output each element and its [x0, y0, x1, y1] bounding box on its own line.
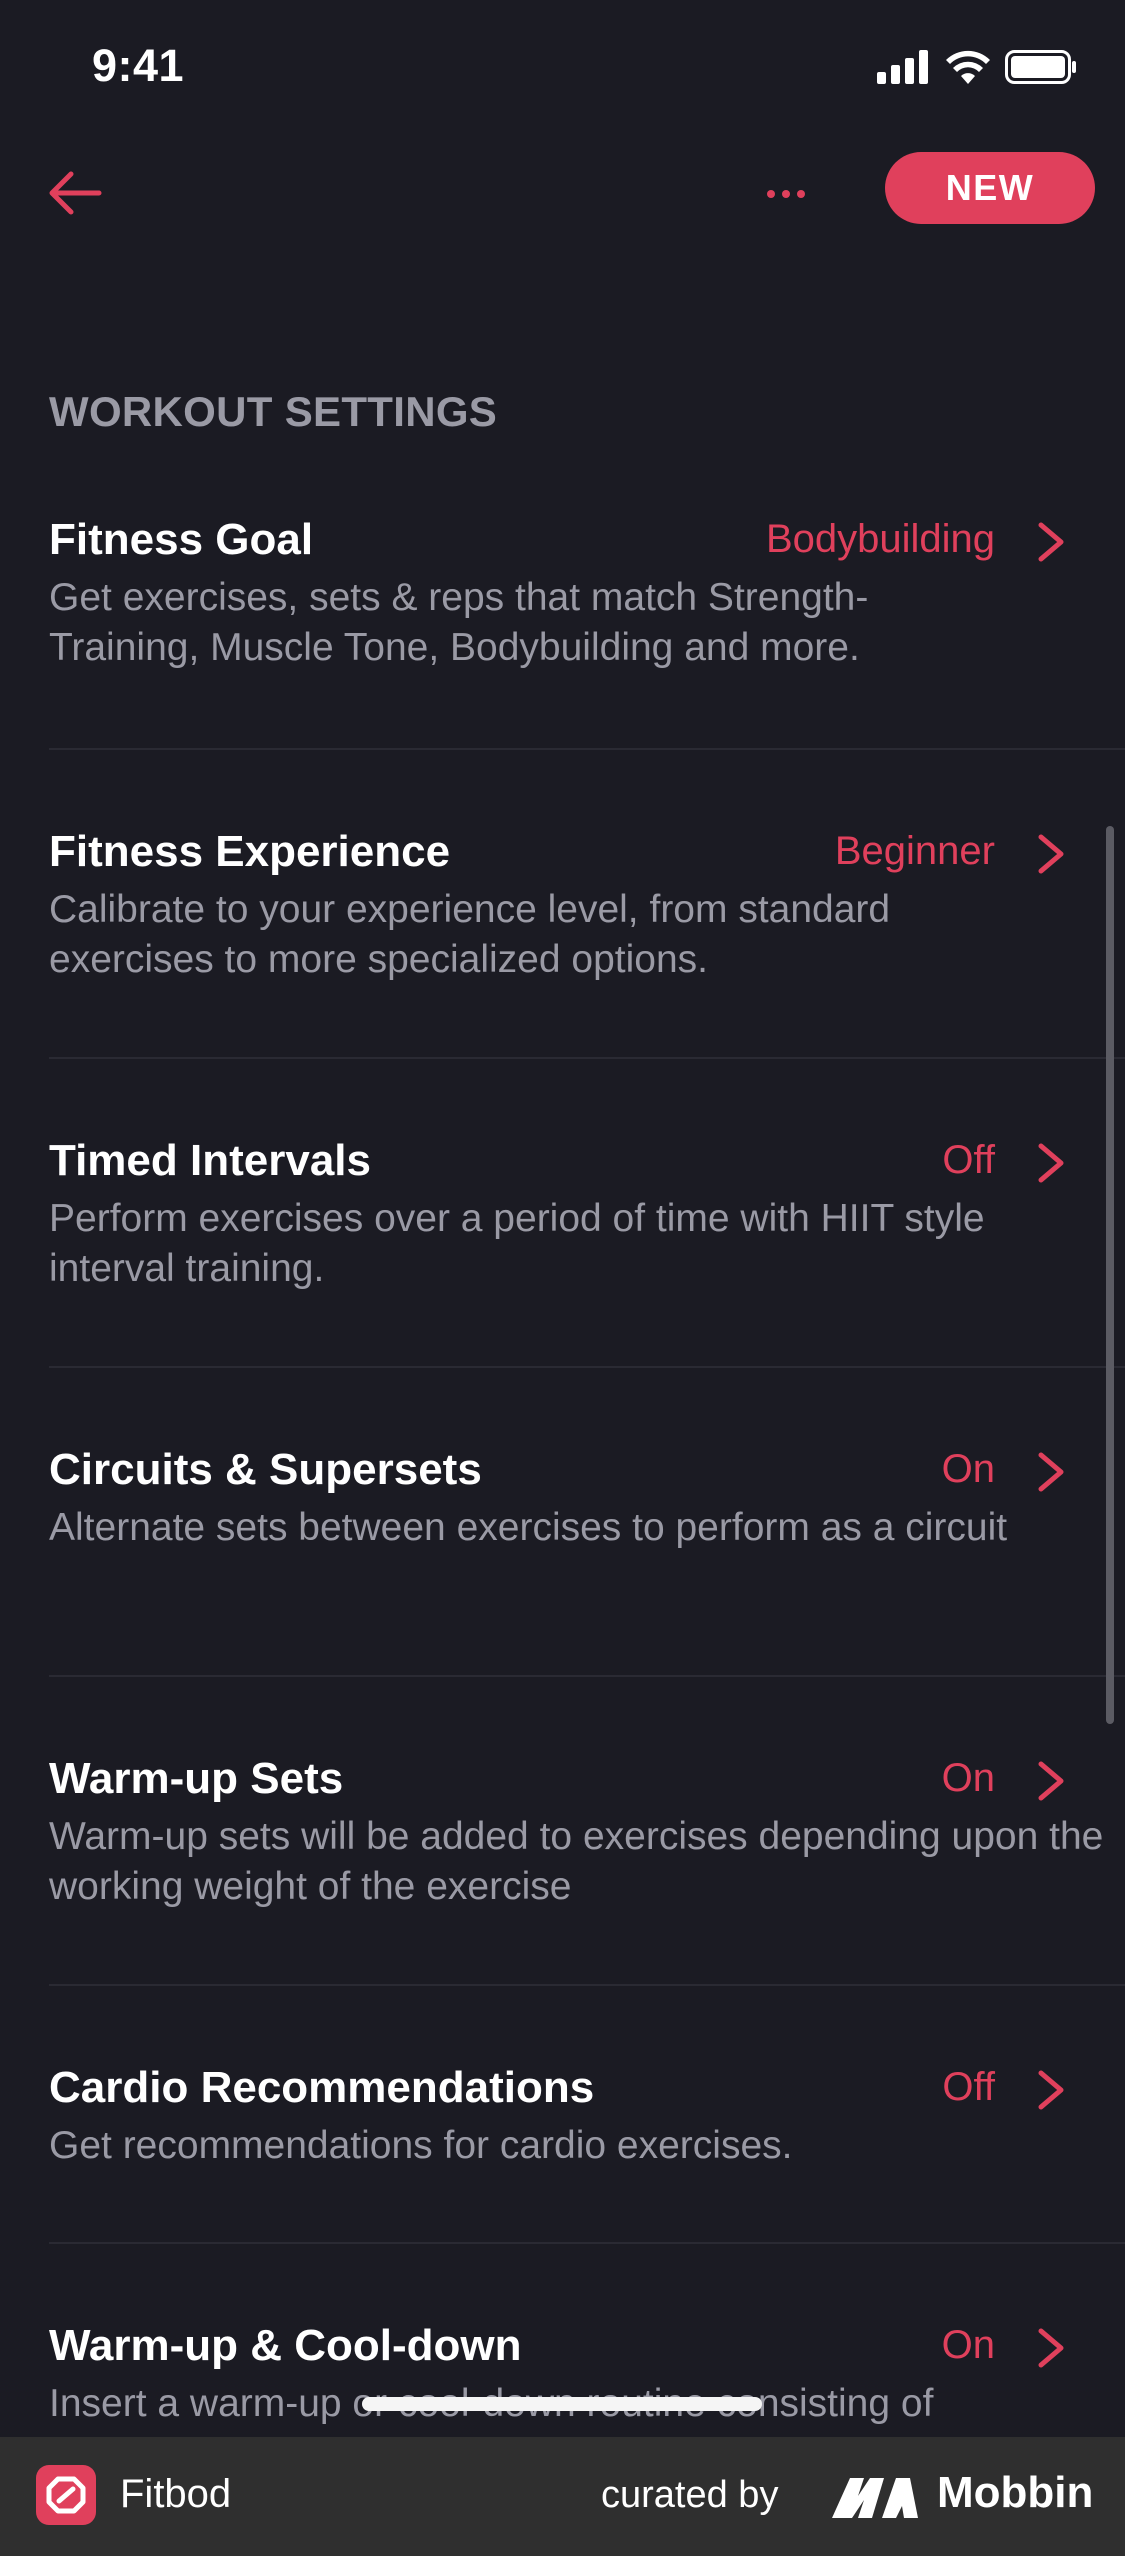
screen: 9:41 NEW WORKOUT SETTINGS Fitness Goal B…	[0, 0, 1125, 2556]
setting-title: Cardio Recommendations	[49, 2063, 595, 2112]
setting-row-circuits-supersets[interactable]: Circuits & Supersets On Alternate sets b…	[0, 1368, 1125, 1677]
footer-bar: Fitbod curated by Mobbin	[0, 2437, 1125, 2556]
wifi-icon	[945, 50, 991, 89]
section-title: WORKOUT SETTINGS	[49, 388, 498, 435]
setting-value: Off	[942, 1138, 995, 1182]
home-indicator[interactable]	[362, 2397, 762, 2411]
app-name: Fitbod	[120, 2472, 232, 2516]
scroll-indicator[interactable]	[1106, 826, 1114, 1724]
settings-list: Fitness Goal Bodybuilding Get exercises,…	[0, 480, 1125, 2504]
status-bar: 9:41	[0, 0, 1125, 140]
chevron-right-icon	[1038, 1761, 1064, 1801]
setting-title: Warm-up & Cool-down	[49, 2321, 522, 2370]
brand-name: Mobbin	[937, 2468, 1094, 2517]
chevron-right-icon	[1038, 1452, 1064, 1492]
setting-description: Get recommendations for cardio exercises…	[49, 2124, 793, 2167]
setting-row-cardio-recommendations[interactable]: Cardio Recommendations Off Get recommend…	[0, 1986, 1125, 2244]
chevron-right-icon	[1038, 2070, 1064, 2110]
cellular-signal-icon	[877, 50, 931, 89]
setting-title: Circuits & Supersets	[49, 1445, 482, 1494]
setting-value: Off	[942, 2065, 995, 2109]
setting-title: Warm-up Sets	[49, 1754, 344, 1803]
setting-value: Bodybuilding	[765, 517, 995, 561]
back-button[interactable]	[40, 160, 110, 230]
chevron-right-icon	[1038, 522, 1064, 562]
setting-value: On	[941, 2323, 995, 2367]
ellipsis-icon	[766, 186, 806, 204]
setting-description: Get exercises, sets & reps that match St…	[49, 576, 869, 669]
setting-description: Perform exercises over a period of time …	[49, 1197, 985, 1290]
new-button[interactable]: NEW	[885, 152, 1095, 224]
setting-description: Alternate sets between exercises to perf…	[49, 1506, 1008, 1549]
chevron-right-icon	[1038, 1143, 1064, 1183]
more-button[interactable]	[750, 160, 822, 230]
status-icons	[877, 50, 1077, 89]
arrow-left-icon	[47, 170, 103, 221]
curated-by-text: curated by	[601, 2474, 779, 2516]
mobbin-logo-icon	[832, 2478, 918, 2518]
fitbod-logo-icon	[36, 2465, 96, 2525]
battery-icon	[1005, 50, 1077, 89]
setting-row-fitness-experience[interactable]: Fitness Experience Beginner Calibrate to…	[0, 750, 1125, 1059]
nav-bar: NEW	[0, 140, 1125, 250]
setting-title: Fitness Experience	[49, 827, 451, 876]
setting-description: Warm-up sets will be added to exercises …	[49, 1815, 1104, 1908]
status-time: 9:41	[92, 40, 185, 91]
chevron-right-icon	[1038, 834, 1064, 874]
setting-value: On	[941, 1756, 995, 1800]
setting-row-timed-intervals[interactable]: Timed Intervals Off Perform exercises ov…	[0, 1059, 1125, 1368]
setting-title: Fitness Goal	[49, 515, 314, 564]
setting-row-warm-up-sets[interactable]: Warm-up Sets On Warm-up sets will be add…	[0, 1677, 1125, 1986]
setting-value: Beginner	[834, 829, 995, 873]
setting-row-fitness-goal[interactable]: Fitness Goal Bodybuilding Get exercises,…	[0, 480, 1125, 750]
setting-description: Calibrate to your experience level, from…	[49, 888, 891, 981]
chevron-right-icon	[1038, 2328, 1064, 2368]
setting-title: Timed Intervals	[49, 1136, 371, 1185]
setting-value: On	[941, 1447, 995, 1491]
